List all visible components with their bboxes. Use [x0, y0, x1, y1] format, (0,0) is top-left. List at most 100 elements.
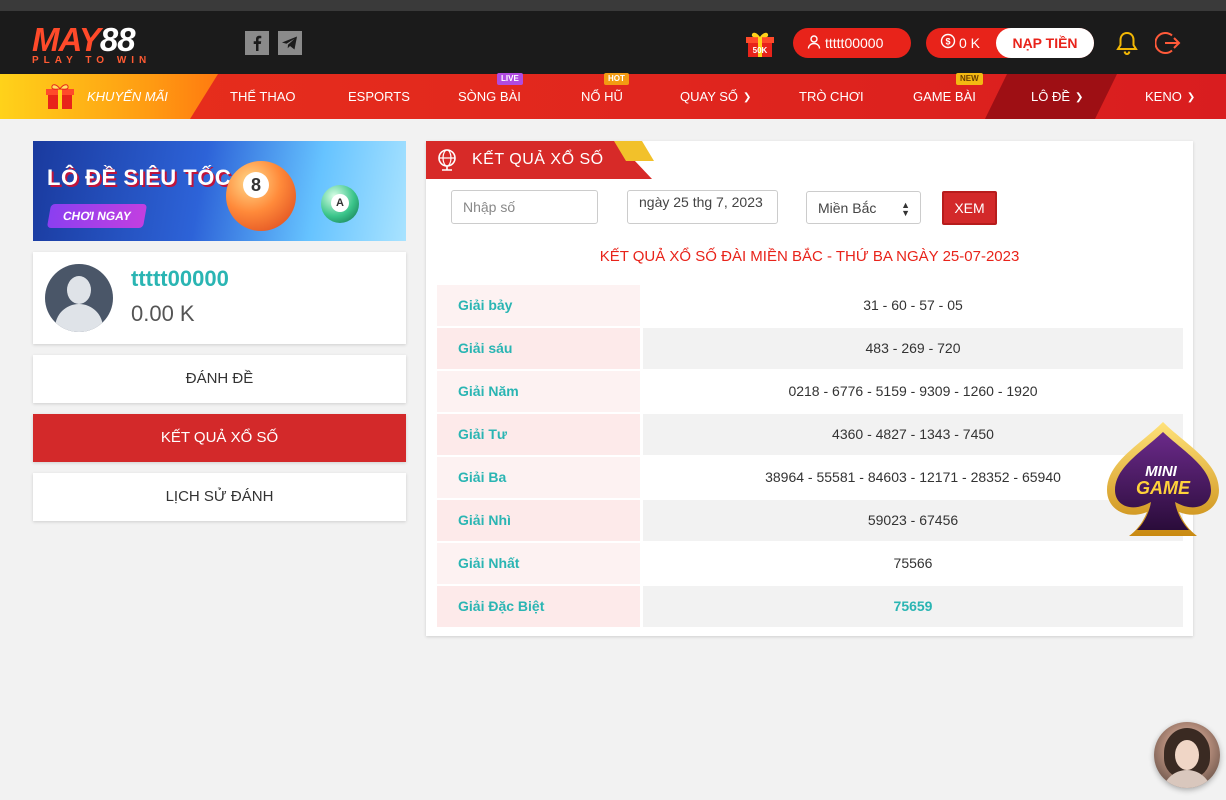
- hot-badge: HOT: [604, 73, 629, 85]
- minigame-label-bottom: GAME: [1136, 478, 1191, 498]
- logo-88: 88: [99, 21, 136, 58]
- number-search-input[interactable]: Nhập số: [451, 190, 598, 224]
- nav-item-lottery[interactable]: QUAY SỐ ❯: [680, 74, 751, 119]
- header-balance: 0 K: [959, 35, 981, 51]
- gift-50k-icon[interactable]: 50K: [744, 29, 776, 59]
- nav-item-keno[interactable]: KENO ❯: [1145, 74, 1195, 119]
- gift-icon: [44, 81, 76, 111]
- nav-label: ESPORTS: [348, 89, 410, 104]
- date-picker-input[interactable]: ngày 25 thg 7, 2023: [627, 190, 778, 224]
- prize-label: Giải Ba: [437, 457, 640, 498]
- nav-label: THỂ THAO: [230, 89, 296, 104]
- prize-value: 38964 - 55581 - 84603 - 12171 - 28352 - …: [643, 457, 1183, 498]
- chevron-down-icon: ❯: [1075, 92, 1084, 103]
- prize-value: 75566: [643, 543, 1183, 584]
- results-card: KẾT QUẢ XỔ SỐ Nhập số ngày 25 thg 7, 202…: [426, 141, 1193, 636]
- region-selected-value: Miền Bắc: [818, 200, 877, 216]
- card-title: KẾT QUẢ XỔ SỐ: [472, 151, 604, 168]
- prize-label: Giải bảy: [437, 285, 640, 326]
- lottery-results-button[interactable]: KẾT QUẢ XỔ SỐ: [33, 414, 406, 462]
- nav-item-esports[interactable]: ESPORTS: [348, 74, 410, 119]
- prize-label: Giải sáu: [437, 328, 640, 369]
- place-bet-button[interactable]: ĐÁNH ĐỀ: [33, 355, 406, 403]
- nav-item-games[interactable]: TRÒ CHƠI: [799, 74, 864, 119]
- main-nav: KHUYẾN MÃI THỂ THAO ESPORTS LIVE SÒNG BÀ…: [0, 73, 1226, 119]
- table-row: Giải Nhất 75566: [437, 543, 1183, 586]
- nav-promo-label: KHUYẾN MÃI: [87, 89, 168, 104]
- lottery-ball-small-image: A: [321, 185, 359, 223]
- prize-value: 59023 - 67456: [643, 500, 1183, 541]
- browser-top-strip: [0, 0, 1226, 11]
- live-badge: LIVE: [497, 73, 523, 85]
- prize-label: Giải Nhì: [437, 500, 640, 541]
- profile-username: ttttt00000: [131, 266, 229, 291]
- profile-balance: 0.00 K: [131, 301, 195, 326]
- promo-banner[interactable]: LÔ ĐỀ SIÊU TỐC CHƠI NGAY 8 A: [33, 141, 406, 241]
- nav-item-casino[interactable]: LIVE SÒNG BÀI: [458, 73, 523, 119]
- results-heading: KẾT QUẢ XỔ SỐ ĐÀI MIỀN BẮC - THỨ BA NGÀY…: [599, 248, 1020, 265]
- telegram-icon[interactable]: [278, 31, 302, 55]
- prize-label: Giải Đặc Biệt: [437, 586, 640, 627]
- nav-item-promotions[interactable]: KHUYẾN MÃI: [0, 74, 218, 119]
- view-button[interactable]: XEM: [942, 191, 997, 225]
- prize-label: Giải Năm: [437, 371, 640, 412]
- new-badge: NEW: [956, 73, 983, 85]
- profile-card: ttttt00000 0.00 K: [33, 252, 406, 344]
- table-row: Giải Nhì 59023 - 67456: [437, 500, 1183, 543]
- nav-label: SÒNG BÀI: [458, 89, 521, 104]
- header-username: ttttt00000: [825, 35, 884, 51]
- user-icon: [807, 29, 821, 59]
- may88-logo[interactable]: MAY88 PLAY TO WIN: [32, 23, 182, 66]
- nav-label: LÔ ĐỀ: [1031, 89, 1071, 104]
- nav-item-sports[interactable]: THỂ THAO: [230, 74, 296, 119]
- table-row: Giải sáu 483 - 269 - 720: [437, 328, 1183, 371]
- avatar: [45, 264, 113, 332]
- table-row: Giải Đặc Biệt 75659: [437, 586, 1183, 629]
- ball-letter: A: [331, 194, 349, 212]
- chevron-down-icon: ❯: [743, 92, 752, 103]
- prize-label: Giải Tư: [437, 414, 640, 455]
- nav-item-card-games[interactable]: NEW GAME BÀI: [913, 73, 983, 119]
- table-row: Giải Năm 0218 - 6776 - 5159 - 9309 - 1260…: [437, 371, 1183, 414]
- nav-label: QUAY SỐ: [680, 89, 739, 104]
- select-arrows-icon: ▲ ▼: [901, 200, 910, 218]
- svg-text:$: $: [945, 37, 950, 47]
- results-table: Giải bảy 31 - 60 - 57 - 05 Giải sáu 483 - …: [437, 285, 1183, 629]
- minigame-spade-icon[interactable]: MINI GAME: [1103, 418, 1223, 540]
- region-select[interactable]: Miền Bắc ▲ ▼: [806, 191, 921, 224]
- banner-play-button[interactable]: CHƠI NGAY: [46, 204, 148, 228]
- gift-badge-text: 50K: [753, 46, 768, 55]
- table-row: Giải Ba 38964 - 55581 - 84603 - 12171 - 2…: [437, 457, 1183, 500]
- lottery-ball-image: 8: [226, 161, 296, 231]
- special-prize-value: 75659: [643, 586, 1183, 627]
- prize-value: 0218 - 6776 - 5159 - 9309 - 1260 - 1920: [643, 371, 1183, 412]
- chevron-down-icon: ❯: [1186, 92, 1196, 103]
- lottery-globe-icon: [434, 147, 460, 173]
- nav-label: NỔ HŨ: [581, 89, 623, 104]
- nav-item-lode[interactable]: LÔ ĐỀ ❯: [1031, 74, 1083, 119]
- nav-label: GAME BÀI: [913, 89, 976, 104]
- nav-item-slots[interactable]: HOT NỔ HŨ: [581, 73, 629, 119]
- nav-label: KENO: [1145, 89, 1182, 104]
- banner-title: LÔ ĐỀ SIÊU TỐC: [47, 165, 232, 190]
- prize-label: Giải Nhất: [437, 543, 640, 584]
- logo-wordmark: MAY88: [32, 23, 182, 56]
- bell-icon[interactable]: [1115, 30, 1139, 56]
- logo-may: MAY: [32, 21, 101, 58]
- prize-value: 4360 - 4827 - 1343 - 7450: [643, 414, 1183, 455]
- coin-icon: $: [940, 29, 956, 59]
- table-row: Giải bảy 31 - 60 - 57 - 05: [437, 285, 1183, 328]
- logo-tagline: PLAY TO WIN: [32, 55, 152, 66]
- bet-history-button[interactable]: LỊCH SỬ ĐÁNH: [33, 473, 406, 521]
- prize-value: 483 - 269 - 720: [643, 328, 1183, 369]
- support-chat-avatar[interactable]: [1154, 722, 1220, 788]
- prize-value: 31 - 60 - 57 - 05: [643, 285, 1183, 326]
- logout-icon[interactable]: [1154, 29, 1183, 57]
- user-account-button[interactable]: ttttt00000: [793, 28, 911, 58]
- site-header: MAY88 PLAY TO WIN 50K ttttt00000 $0 K NẠ…: [0, 11, 1226, 74]
- facebook-icon[interactable]: [245, 31, 269, 55]
- ball-number: 8: [243, 172, 269, 198]
- nav-label: TRÒ CHƠI: [799, 89, 864, 104]
- deposit-button[interactable]: NẠP TIỀN: [996, 28, 1094, 58]
- table-row: Giải Tư 4360 - 4827 - 1343 - 7450: [437, 414, 1183, 457]
